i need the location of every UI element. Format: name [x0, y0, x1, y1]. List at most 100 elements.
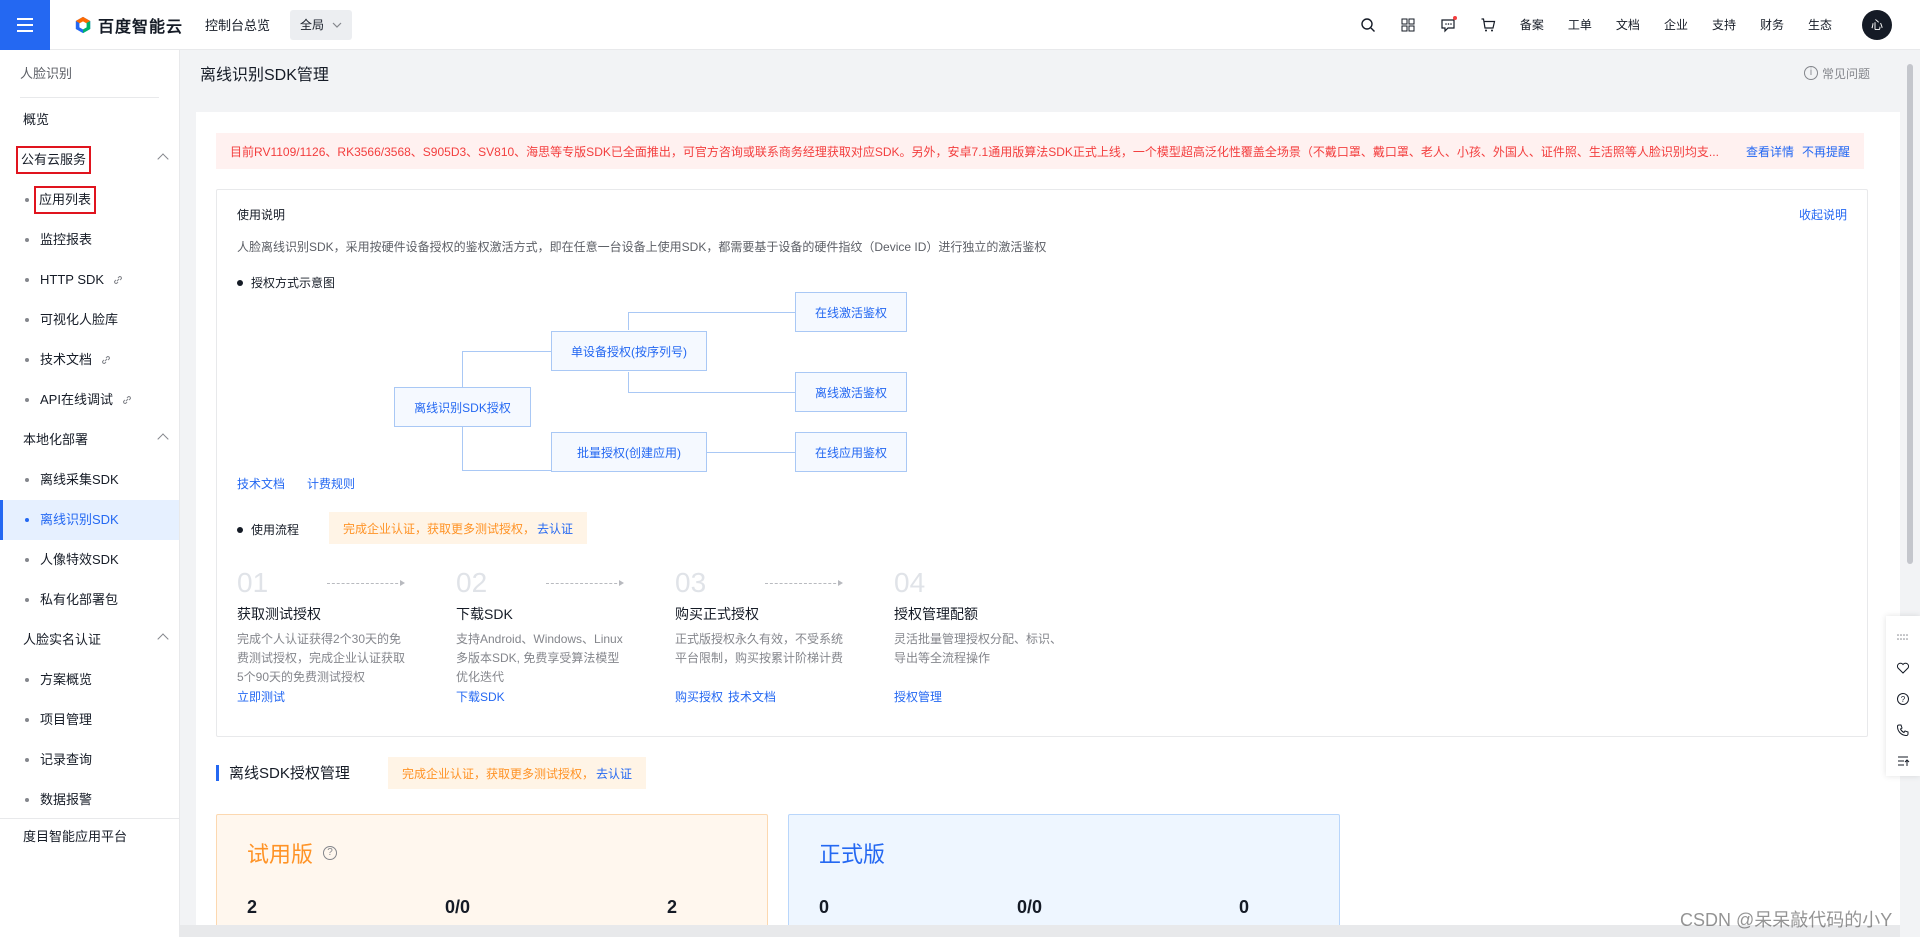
nav-support[interactable]: 支持 — [1700, 0, 1748, 50]
message-icon[interactable] — [1428, 0, 1468, 50]
console-overview-link[interactable]: 控制台总览 — [205, 15, 270, 34]
step-title: 购买正式授权 — [675, 606, 759, 622]
auth-cert-link[interactable]: 去认证 — [596, 765, 632, 782]
product-grid-icon[interactable] — [1388, 0, 1428, 50]
step-title: 获取测试授权 — [237, 606, 321, 622]
collapse-link[interactable]: 收起说明 — [1799, 206, 1847, 223]
dismiss-link[interactable]: 不再提醒 — [1802, 143, 1850, 160]
tech-docs-link[interactable]: 技术文档 — [237, 475, 285, 492]
download-sdk-link[interactable]: 下载SDK — [456, 688, 505, 705]
favorite-icon[interactable] — [1886, 653, 1920, 684]
doc-links: 技术文档 计费规则 — [237, 475, 355, 492]
sidebar-group-local-deploy[interactable]: 本地化部署 — [0, 420, 179, 460]
step-number: 04 — [894, 567, 926, 598]
menu-icon[interactable] — [0, 0, 50, 50]
trial-value-1: 2 — [247, 897, 258, 917]
sidebar-item-label: HTTP SDK — [40, 272, 105, 287]
step-tech-docs-link[interactable]: 技术文档 — [728, 688, 776, 705]
diagram-line — [707, 452, 795, 453]
sidebar-item-label: API在线调试 — [40, 392, 113, 407]
phone-icon[interactable] — [1886, 714, 1920, 745]
flow-bullet: 使用流程 — [237, 521, 299, 538]
arrow-right-icon — [765, 580, 843, 586]
nav-ticket[interactable]: 工单 — [1556, 0, 1604, 50]
sidebar-item-overview[interactable]: 概览 — [0, 100, 179, 140]
avatar[interactable]: 心 — [1862, 9, 1892, 40]
diagram-line — [628, 372, 629, 392]
view-detail-link[interactable]: 查看详情 — [1746, 143, 1794, 160]
sidebar-item-solution-overview[interactable]: 方案概览 — [0, 660, 179, 700]
sidebar-item-monitor-report[interactable]: 监控报表 — [0, 220, 179, 260]
sidebar-item-label: 数据报警 — [40, 792, 93, 807]
license-manage-link[interactable]: 授权管理 — [894, 688, 942, 705]
sidebar-item-tech-docs[interactable]: 技术文档 — [0, 340, 179, 380]
nav-enterprise[interactable]: 企业 — [1652, 0, 1700, 50]
sidebar-item-http-sdk[interactable]: HTTP SDK — [0, 260, 179, 300]
sidebar-item-record-query[interactable]: 记录查询 — [0, 740, 179, 780]
sidebar-item-portrait-effect-sdk[interactable]: 人像特效SDK — [0, 540, 179, 580]
sidebar-item-label: 私有化部署包 — [40, 592, 119, 607]
buy-license-link[interactable]: 购买授权 — [675, 688, 723, 705]
diagram-node-single: 单设备授权(按序列号) — [551, 331, 707, 371]
nav-finance[interactable]: 财务 — [1748, 0, 1796, 50]
brand-logo[interactable]: 百度智能云 — [74, 13, 183, 37]
sidebar-item-data-alert[interactable]: 数据报警 — [0, 780, 179, 820]
float-toolbar: ? — [1886, 616, 1920, 776]
sidebar-group-label: 公有云服务 — [16, 146, 92, 174]
sidebar-item-private-deploy[interactable]: 私有化部署包 — [0, 580, 179, 620]
notice-text: 目前RV1109/1126、RK3566/3568、S905D3、SV810、海… — [230, 144, 1719, 159]
sidebar-item-project-manage[interactable]: 项目管理 — [0, 700, 179, 740]
sidebar-item-offline-capture-sdk[interactable]: 离线采集SDK — [0, 460, 179, 500]
sidebar-item-offline-recognition-sdk[interactable]: 离线识别SDK — [0, 500, 179, 540]
diagram-line — [462, 427, 463, 471]
billing-rules-link[interactable]: 计费规则 — [307, 475, 355, 492]
back-to-top-icon[interactable] — [1886, 745, 1920, 776]
trial-card-title: 试用版 ? — [247, 837, 338, 869]
region-value: 全局 — [300, 18, 325, 32]
chevron-up-icon — [157, 433, 169, 445]
trial-value-2: 0/0 — [445, 897, 471, 917]
cart-icon[interactable] — [1468, 0, 1508, 50]
vertical-scrollbar-thumb[interactable] — [1907, 64, 1913, 564]
search-icon[interactable] — [1348, 0, 1388, 50]
horizontal-scrollbar[interactable] — [180, 925, 1900, 937]
help-icon[interactable]: ? — [323, 846, 338, 860]
nav-docs[interactable]: 文档 — [1604, 0, 1652, 50]
cert-link[interactable]: 去认证 — [537, 520, 573, 537]
sidebar-group-public-cloud[interactable]: 公有云服务 — [0, 140, 179, 180]
faq-link[interactable]: i 常见问题 — [1803, 65, 1870, 82]
formal-value-1: 0 — [819, 897, 830, 917]
nav-filing[interactable]: 备案 — [1508, 0, 1556, 50]
region-select[interactable]: 全局 — [290, 9, 353, 40]
external-link-icon — [121, 394, 133, 406]
sidebar-item-face-library[interactable]: 可视化人脸库 — [0, 300, 179, 340]
help-circle-icon[interactable]: ? — [1886, 684, 1920, 715]
arrow-right-icon — [327, 580, 405, 586]
sidebar-group-label: 本地化部署 — [23, 432, 89, 447]
cert-tip: 完成企业认证，获取更多测试授权， 去认证 — [329, 512, 588, 544]
auth-section-title: 离线SDK授权管理 — [216, 762, 350, 783]
drag-handle-icon[interactable] — [1886, 622, 1920, 653]
diagram-line — [462, 351, 463, 388]
nav-ecosystem[interactable]: 生态 — [1796, 0, 1844, 50]
chevron-down-icon — [332, 22, 342, 28]
test-now-link[interactable]: 立即测试 — [237, 688, 285, 705]
sidebar-divider — [20, 97, 159, 98]
diagram-node-online-activate: 在线激活鉴权 — [795, 292, 907, 332]
formal-card: 正式版 0 0/0 0 — [788, 814, 1340, 937]
chevron-up-icon — [157, 153, 169, 165]
sidebar-item-label: 离线识别SDK — [40, 512, 119, 527]
diagram-bullet-label: 授权方式示意图 — [251, 276, 336, 290]
trial-title-text: 试用版 — [247, 842, 314, 867]
sidebar-item-app-list[interactable]: 应用列表 — [0, 180, 179, 220]
step-3: 03 购买正式授权 正式版授权永久有效，不受系统平台限制，购买按累计阶梯计费 — [675, 568, 875, 668]
external-link-icon — [112, 274, 124, 286]
diagram-line — [462, 351, 551, 352]
sidebar-item-dumu-platform[interactable]: 度目智能应用平台 — [0, 817, 179, 857]
step-title: 下载SDK — [456, 606, 513, 622]
sidebar-item-api-debug[interactable]: API在线调试 — [0, 380, 179, 420]
sidebar-group-real-name[interactable]: 人脸实名认证 — [0, 620, 179, 660]
auth-cert-tip: 完成企业认证，获取更多测试授权， 去认证 — [388, 757, 647, 789]
usage-description: 人脸离线识别SDK，采用按硬件设备授权的鉴权激活方式，即在任意一台设备上使用SD… — [237, 240, 1047, 254]
sidebar: 人脸识别 概览 公有云服务 应用列表 监控报表 HTTP SDK 可视化人脸库 … — [0, 50, 180, 937]
